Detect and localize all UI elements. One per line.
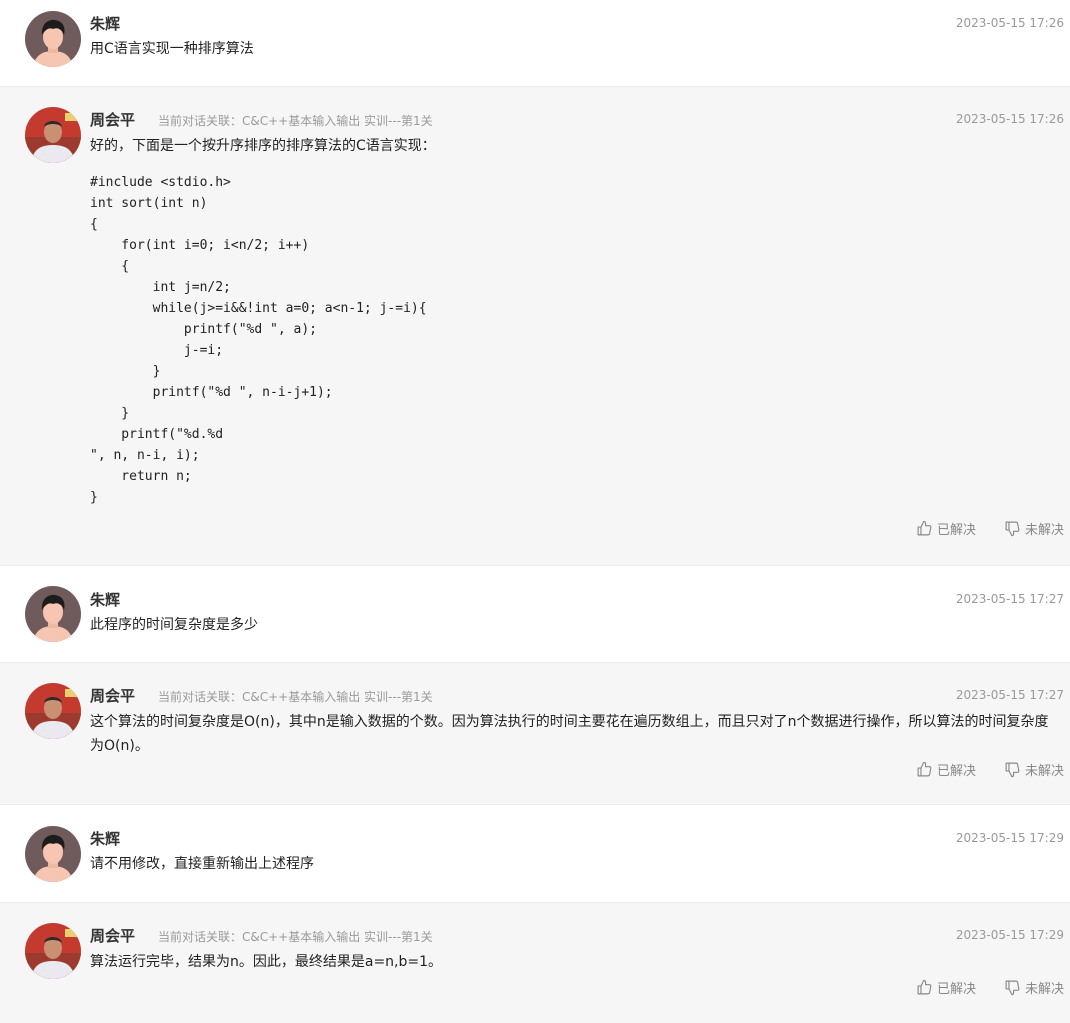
chat-message-user: 朱辉 2023-05-15 17:26 用C语言实现一种排序算法 [0,0,1070,87]
assistant-avatar [25,683,81,739]
unresolved-button[interactable]: 未解决 [1004,760,1064,779]
feedback-actions: 已解决 未解决 [916,978,1064,997]
message-timestamp: 2023-05-15 17:26 [955,16,1064,30]
resolved-button[interactable]: 已解决 [916,978,976,997]
code-block: #include <stdio.h> int sort(int n) { for… [90,175,427,505]
context-label: 当前对话关联：C&C++基本输入输出 实训---第1关 [158,930,433,944]
chat-message-assistant: 周会平 当前对话关联：C&C++基本输入输出 实训---第1关 2023-05-… [0,903,1070,1023]
resolved-label: 已解决 [936,523,976,538]
message-text: 请不用修改，直接重新输出上述程序 [90,856,314,872]
sender-name: 周会平 [90,111,136,129]
unresolved-button[interactable]: 未解决 [1004,978,1064,997]
thumbs-down-icon [1005,980,1020,996]
sender-name: 朱辉 [90,15,121,33]
message-text: 算法运行完毕，结果为n。因此，最终结果是a=n,b=1。 [90,954,443,970]
message-timestamp: 2023-05-15 17:29 [955,928,1064,942]
sender-name: 周会平 [90,687,136,705]
resolved-label: 已解决 [936,764,976,779]
thumbs-up-icon [917,761,932,777]
thumbs-down-icon [1005,762,1020,778]
thumbs-down-icon [1005,521,1020,537]
chat-message-user: 朱辉 2023-05-15 17:29 请不用修改，直接重新输出上述程序 [0,805,1070,903]
resolved-button[interactable]: 已解决 [916,760,976,779]
message-text: 此程序的时间复杂度是多少 [90,617,258,633]
thumbs-up-icon [917,520,932,536]
resolved-label: 已解决 [936,982,976,997]
context-label: 当前对话关联：C&C++基本输入输出 实训---第1关 [158,690,433,704]
message-text: 好的，下面是一个按升序排序的排序算法的C语言实现： [90,138,436,154]
context-label: 当前对话关联：C&C++基本输入输出 实训---第1关 [158,114,433,128]
assistant-avatar [25,923,81,979]
chat-message-user: 朱辉 2023-05-15 17:27 此程序的时间复杂度是多少 [0,566,1070,663]
sender-name: 朱辉 [90,591,121,609]
chat-message-assistant: 周会平 当前对话关联：C&C++基本输入输出 实训---第1关 2023-05-… [0,87,1070,566]
sender-name: 朱辉 [90,830,121,848]
thumbs-up-icon [917,979,932,995]
user-avatar [25,826,81,882]
message-timestamp: 2023-05-15 17:27 [955,688,1064,702]
user-avatar [25,11,81,67]
message-text: 这个算法的时间复杂度是O(n)，其中n是输入数据的个数。因为算法执行的时间主要花… [90,714,1049,754]
message-timestamp: 2023-05-15 17:29 [955,831,1064,845]
unresolved-label: 未解决 [1024,764,1064,779]
feedback-actions: 已解决 未解决 [916,519,1064,538]
chat-message-assistant: 周会平 当前对话关联：C&C++基本输入输出 实训---第1关 2023-05-… [0,663,1070,805]
message-text: 用C语言实现一种排序算法 [90,41,254,57]
unresolved-button[interactable]: 未解决 [1004,519,1064,538]
assistant-avatar [25,107,81,163]
feedback-actions: 已解决 未解决 [916,760,1064,779]
message-body: 好的，下面是一个按升序排序的排序算法的C语言实现： #include <stdi… [90,134,1062,508]
unresolved-label: 未解决 [1024,523,1064,538]
message-timestamp: 2023-05-15 17:26 [955,112,1064,126]
resolved-button[interactable]: 已解决 [916,519,976,538]
unresolved-label: 未解决 [1024,982,1064,997]
sender-name: 周会平 [90,927,136,945]
user-avatar [25,586,81,642]
message-timestamp: 2023-05-15 17:27 [955,592,1064,606]
